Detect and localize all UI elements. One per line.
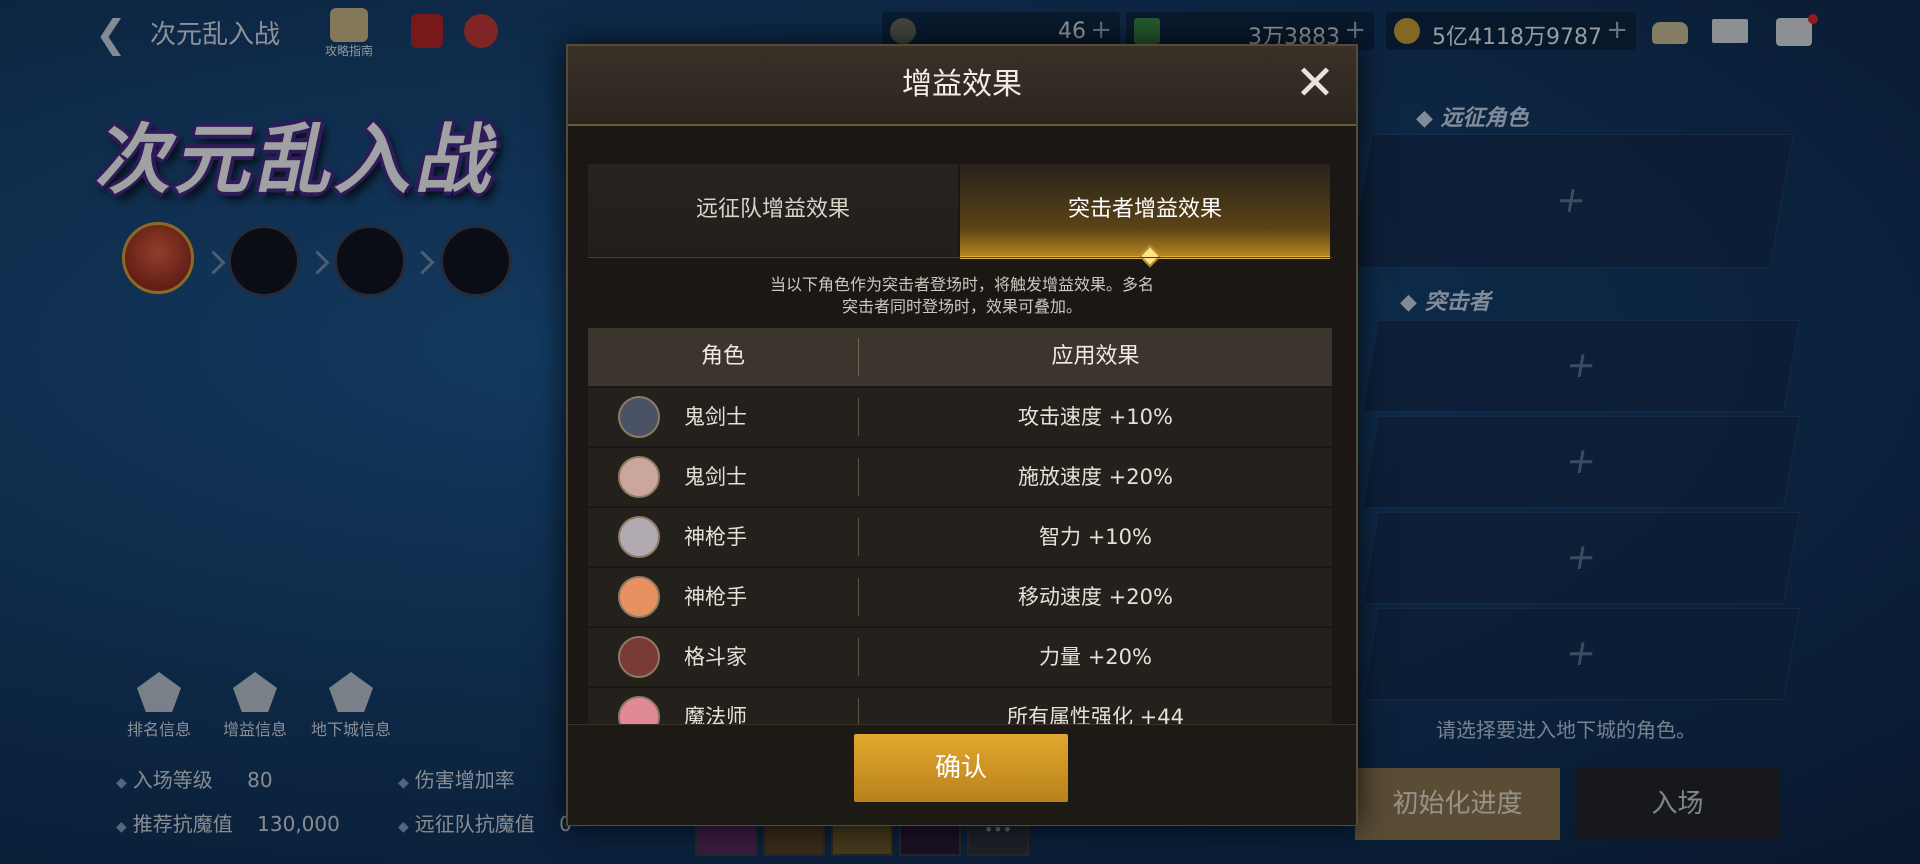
close-icon[interactable]: ✕ <box>1290 58 1340 108</box>
tab-expedition-buff[interactable]: 远征队增益效果 <box>588 164 958 256</box>
dialog-title: 增益效果 <box>568 46 1356 126</box>
character-avatar <box>618 576 660 618</box>
tab-divider <box>588 257 1332 258</box>
buff-description: 当以下角色作为突击者登场时，将触发增益效果。多名 突击者同时登场时，效果可叠加。 <box>769 275 1154 316</box>
confirm-button[interactable]: 确认 <box>854 734 1068 802</box>
column-header-effect: 应用效果 <box>1051 344 1140 369</box>
table-row: 神枪手 移动速度 +20% <box>588 568 1332 628</box>
character-avatar <box>618 396 660 438</box>
character-avatar <box>618 456 660 498</box>
table-header: 角色 应用效果 <box>588 328 1332 386</box>
tab-assault-buff[interactable]: 突击者增益效果 <box>960 164 1330 259</box>
character-avatar <box>618 636 660 678</box>
table-row: 神枪手 智力 +10% <box>588 508 1332 568</box>
table-row: 鬼剑士 攻击速度 +10% <box>588 388 1332 448</box>
buff-effect-dialog: 增益效果 ✕ 远征队增益效果 突击者增益效果 当以下角色作为突击者登场时，将触发… <box>566 44 1358 826</box>
table-row: 鬼剑士 施放速度 +20% <box>588 448 1332 508</box>
table-row: 格斗家 力量 +20% <box>588 628 1332 688</box>
character-avatar <box>618 516 660 558</box>
table-body[interactable]: 鬼剑士 攻击速度 +10% 鬼剑士 施放速度 +20% 神枪手 智力 +10% … <box>588 388 1332 754</box>
column-header-role: 角色 <box>700 344 745 369</box>
